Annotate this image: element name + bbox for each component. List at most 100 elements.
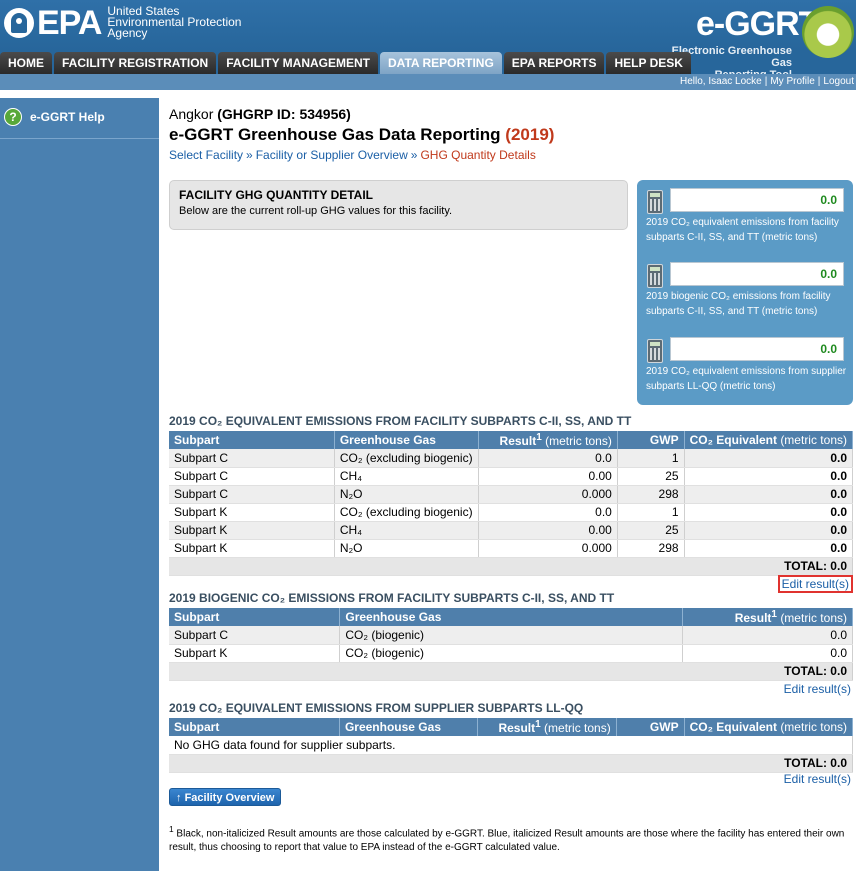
footnote-marker: 1 xyxy=(771,609,777,620)
footnote-marker: 1 xyxy=(169,824,174,834)
table-row: Subpart K CO₂ (excluding biogenic) 0.0 1… xyxy=(169,503,854,522)
col-result-unit: (metric tons) xyxy=(780,611,847,625)
col-subpart: Subpart xyxy=(169,431,335,449)
cell-subpart: Subpart C xyxy=(169,467,335,486)
col-subpart: Subpart xyxy=(169,608,341,626)
cell-result: 0.0 xyxy=(682,644,853,663)
bird-logo-icon xyxy=(802,6,854,58)
cell-co2e: 0.0 xyxy=(684,485,854,504)
facility-name: Angkor xyxy=(169,106,214,122)
calculator-icon xyxy=(647,264,663,288)
facility-overview-button[interactable]: ↑ Facility Overview xyxy=(169,788,282,806)
cell-co2e: 0.0 xyxy=(684,449,854,468)
sidebar-divider xyxy=(0,138,159,139)
table-row: Subpart C N₂O 0.000 298 0.0 xyxy=(169,485,854,504)
section2-title: 2019 BIOGENIC CO₂ EMISSIONS FROM FACILIT… xyxy=(169,591,615,605)
table-header-row: Subpart Greenhouse Gas Result1 (metric t… xyxy=(169,718,854,736)
col-result-unit: (metric tons) xyxy=(545,434,612,448)
breadcrumb-facility-overview[interactable]: Facility or Supplier Overview xyxy=(256,148,408,162)
help-label: e-GGRT Help xyxy=(30,110,105,124)
cell-gas: CO₂ (excluding biogenic) xyxy=(334,449,479,468)
tab-data-reporting[interactable]: DATA REPORTING xyxy=(380,52,502,74)
cell-co2e: 0.0 xyxy=(684,467,854,486)
cell-subpart: Subpart K xyxy=(169,644,341,663)
up-arrow-icon: ↑ xyxy=(176,792,182,804)
epa-flower-icon xyxy=(4,7,34,38)
cell-result: 0.000 xyxy=(478,485,618,504)
section2-edit-results-link[interactable]: Edit result(s) xyxy=(784,682,851,696)
page-title-text: e-GGRT Greenhouse Gas Data Reporting xyxy=(169,125,501,144)
col-gwp: GWP xyxy=(617,431,685,449)
supplier-table: Subpart Greenhouse Gas Result1 (metric t… xyxy=(169,718,854,773)
col-co2e-label: CO₂ Equivalent xyxy=(689,433,777,447)
cell-gas: N₂O xyxy=(334,485,479,504)
cell-gas: CH₄ xyxy=(334,467,479,486)
section3-edit-results-link[interactable]: Edit result(s) xyxy=(784,772,851,786)
total-row: TOTAL: 0.0 xyxy=(169,753,853,773)
summary-value: 0.0 xyxy=(670,262,844,286)
tab-facility-management[interactable]: FACILITY MANAGEMENT xyxy=(218,52,379,74)
tab-facility-registration[interactable]: FACILITY REGISTRATION xyxy=(54,52,217,74)
tab-epa-reports[interactable]: EPA REPORTS xyxy=(503,52,605,74)
cell-subpart: Subpart C xyxy=(169,626,341,645)
epa-logo[interactable]: EPA United States Environmental Protecti… xyxy=(4,5,241,40)
section1-edit-results-link[interactable]: Edit result(s) xyxy=(777,575,853,593)
breadcrumb-current: GHG Quantity Details xyxy=(420,148,536,162)
total-value: TOTAL: 0.0 xyxy=(169,556,853,576)
cell-gwp: 1 xyxy=(617,449,685,468)
cell-subpart: Subpart K xyxy=(169,521,335,540)
total-value: TOTAL: 0.0 xyxy=(169,753,853,773)
footnote-marker: 1 xyxy=(536,432,542,443)
col-co2e-unit: (metric tons) xyxy=(780,433,847,447)
page-title: e-GGRT Greenhouse Gas Data Reporting (20… xyxy=(169,125,853,145)
cell-gas: N₂O xyxy=(334,539,479,558)
header: EPA United States Environmental Protecti… xyxy=(0,0,856,90)
col-co2e-unit: (metric tons) xyxy=(780,720,847,734)
col-result: Result1 (metric tons) xyxy=(682,608,853,626)
table-row: Subpart K N₂O 0.000 298 0.0 xyxy=(169,539,854,558)
summary-label: 2019 CO₂ equivalent emissions from suppl… xyxy=(646,366,847,392)
cell-subpart: Subpart K xyxy=(169,539,335,558)
facility-id: (GHGRP ID: 534956) xyxy=(217,106,351,122)
cell-co2e: 0.0 xyxy=(684,539,854,558)
col-co2e: CO₂ Equivalent (metric tons) xyxy=(684,431,854,449)
cell-result: 0.0 xyxy=(682,626,853,645)
footnote-text: Black, non-italicized Result amounts are… xyxy=(169,828,845,854)
eggrt-help-link[interactable]: ? e-GGRT Help xyxy=(4,108,105,126)
tab-home[interactable]: HOME xyxy=(0,52,52,74)
table-row: Subpart K CO₂ (biogenic) 0.0 xyxy=(169,644,853,663)
breadcrumb-separator: » xyxy=(246,148,253,162)
table-row: Subpart K CH₄ 0.00 25 0.0 xyxy=(169,521,854,540)
section1-title: 2019 CO₂ EQUIVALENT EMISSIONS FROM FACIL… xyxy=(169,414,632,428)
section3-title: 2019 CO₂ EQUIVALENT EMISSIONS FROM SUPPL… xyxy=(169,701,584,715)
tab-help-desk[interactable]: HELP DESK xyxy=(606,52,691,74)
sidebar: ? e-GGRT Help xyxy=(0,98,159,871)
total-row: TOTAL: 0.0 xyxy=(169,556,853,576)
cell-result: 0.0 xyxy=(478,503,618,522)
col-result-label: Result xyxy=(734,611,772,625)
breadcrumb-select-facility[interactable]: Select Facility xyxy=(169,148,243,162)
cell-result: 0.00 xyxy=(478,467,618,486)
cell-subpart: Subpart K xyxy=(169,503,335,522)
col-greenhouse-gas: Greenhouse Gas xyxy=(339,608,684,626)
cell-gwp: 298 xyxy=(617,539,685,558)
reporting-year: (2019) xyxy=(505,125,555,144)
table-row: Subpart C CO₂ (excluding biogenic) 0.0 1… xyxy=(169,449,854,468)
facility-heading: Angkor (GHGRP ID: 534956) xyxy=(169,106,853,122)
footnote-marker: 1 xyxy=(535,719,541,730)
cell-result: 0.0 xyxy=(478,449,618,468)
col-subpart: Subpart xyxy=(169,718,340,736)
cell-gwp: 1 xyxy=(617,503,685,522)
col-result: Result1 (metric tons) xyxy=(478,431,618,449)
facility-co2e-table: Subpart Greenhouse Gas Result1 (metric t… xyxy=(169,431,854,576)
logout-link[interactable]: Logout xyxy=(823,76,854,87)
cell-gas: CO₂ (biogenic) xyxy=(339,626,684,645)
cell-gwp: 25 xyxy=(617,467,685,486)
cell-gas: CH₄ xyxy=(334,521,479,540)
summary-value: 0.0 xyxy=(670,188,844,212)
cell-co2e: 0.0 xyxy=(684,503,854,522)
user-bar-separator: | xyxy=(764,76,768,87)
calculator-icon xyxy=(647,339,663,363)
table-row: Subpart C CO₂ (biogenic) 0.0 xyxy=(169,626,853,645)
my-profile-link[interactable]: My Profile xyxy=(770,76,814,87)
